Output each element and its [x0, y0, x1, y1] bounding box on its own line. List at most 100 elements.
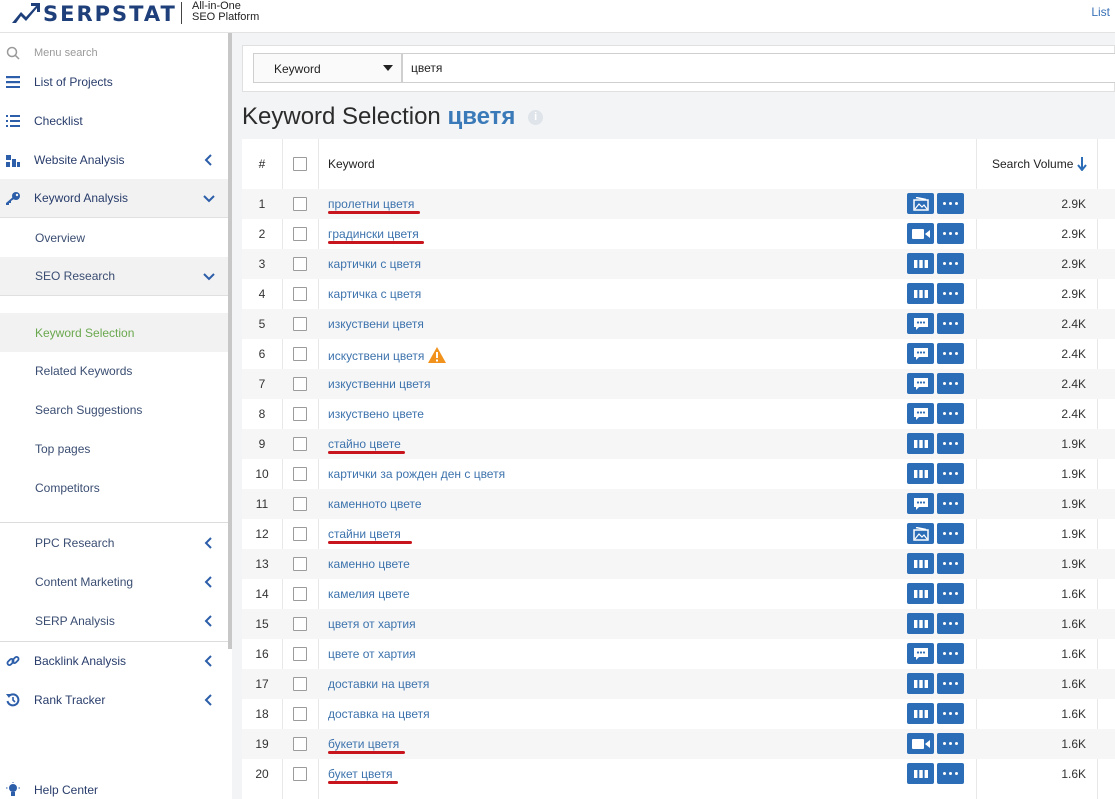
info-icon[interactable]: i: [528, 110, 544, 126]
sidebar-item-seo-research[interactable]: SEO Research: [0, 257, 228, 296]
keyword-link[interactable]: искуствени цветя: [328, 347, 447, 366]
more-options-button[interactable]: [937, 673, 964, 694]
serp-feature-button[interactable]: [907, 733, 934, 754]
keyword-text[interactable]: доставка на цветя: [328, 707, 430, 721]
keyword-link[interactable]: камелия цвете: [328, 587, 410, 601]
warning-icon[interactable]: [428, 347, 447, 366]
keyword-link[interactable]: каменно цвете: [328, 557, 410, 571]
row-checkbox[interactable]: [293, 647, 307, 661]
more-options-button[interactable]: [937, 463, 964, 484]
keyword-text[interactable]: картичка с цветя: [328, 287, 421, 301]
keyword-text[interactable]: изкуствено цвете: [328, 407, 424, 421]
serp-feature-button[interactable]: [907, 703, 934, 724]
more-options-button[interactable]: [937, 433, 964, 454]
sidebar-item-competitors[interactable]: Competitors: [0, 468, 228, 507]
keyword-link[interactable]: стайни цветя: [328, 527, 401, 541]
sidebar-item-related-keywords[interactable]: Related Keywords: [0, 351, 228, 390]
row-checkbox[interactable]: [293, 467, 307, 481]
column-header-keyword[interactable]: Keyword: [328, 139, 375, 189]
serp-feature-button[interactable]: [907, 613, 934, 634]
more-options-button[interactable]: [937, 763, 964, 784]
keyword-link[interactable]: картичка с цветя: [328, 287, 421, 301]
sidebar-item-keyword-selection[interactable]: Keyword Selection: [0, 313, 228, 352]
more-options-button[interactable]: [937, 523, 964, 544]
keyword-text[interactable]: цветя от хартия: [328, 617, 416, 631]
keyword-text[interactable]: доставки на цветя: [328, 677, 429, 691]
row-checkbox[interactable]: [293, 677, 307, 691]
serp-feature-button[interactable]: [907, 463, 934, 484]
sidebar-item-content-marketing[interactable]: Content Marketing: [0, 562, 228, 601]
serp-feature-button[interactable]: [907, 223, 934, 244]
keyword-link[interactable]: доставка на цветя: [328, 707, 430, 721]
more-options-button[interactable]: [937, 733, 964, 754]
sidebar-item-checklist[interactable]: Checklist: [0, 101, 228, 140]
more-options-button[interactable]: [937, 613, 964, 634]
more-options-button[interactable]: [937, 553, 964, 574]
sidebar-item-overview[interactable]: Overview: [0, 218, 228, 257]
keyword-link[interactable]: стайно цвете: [328, 437, 401, 451]
sidebar-item-backlink-analysis[interactable]: Backlink Analysis: [0, 641, 228, 680]
keyword-text[interactable]: изкуственни цветя: [328, 377, 431, 391]
serp-feature-button[interactable]: [907, 253, 934, 274]
row-checkbox[interactable]: [293, 497, 307, 511]
keyword-link[interactable]: букет цветя: [328, 767, 392, 781]
more-options-button[interactable]: [937, 193, 964, 214]
select-all-checkbox[interactable]: [293, 157, 307, 171]
more-options-button[interactable]: [937, 343, 964, 364]
keyword-text[interactable]: стайни цветя: [328, 527, 401, 541]
keyword-link[interactable]: изкуствени цветя: [328, 317, 424, 331]
serp-feature-button[interactable]: [907, 583, 934, 604]
row-checkbox[interactable]: [293, 227, 307, 241]
serp-feature-button[interactable]: [907, 193, 934, 214]
keyword-text[interactable]: искуствени цветя: [328, 349, 424, 363]
row-checkbox[interactable]: [293, 317, 307, 331]
query-input[interactable]: [402, 53, 1115, 83]
row-checkbox[interactable]: [293, 737, 307, 751]
serp-feature-button[interactable]: [907, 283, 934, 304]
more-options-button[interactable]: [937, 643, 964, 664]
serp-feature-button[interactable]: [907, 643, 934, 664]
serp-feature-button[interactable]: [907, 493, 934, 514]
row-checkbox[interactable]: [293, 617, 307, 631]
keyword-text[interactable]: картички за рожден ден с цветя: [328, 467, 505, 481]
sidebar-item-website-analysis[interactable]: Website Analysis: [0, 140, 228, 179]
more-options-button[interactable]: [937, 403, 964, 424]
sidebar-item-top-pages[interactable]: Top pages: [0, 429, 228, 468]
sidebar-item-help-center[interactable]: Help Center: [0, 770, 228, 799]
row-checkbox[interactable]: [293, 557, 307, 571]
sidebar-item-keyword-analysis[interactable]: Keyword Analysis: [0, 179, 228, 218]
keyword-text[interactable]: каменно цвете: [328, 557, 410, 571]
sidebar-item-list-of-projects[interactable]: List of Projects: [0, 62, 228, 101]
more-options-button[interactable]: [937, 373, 964, 394]
serp-feature-button[interactable]: [907, 343, 934, 364]
keyword-link[interactable]: градински цветя: [328, 227, 419, 241]
row-checkbox[interactable]: [293, 437, 307, 451]
sidebar-item-ppc-research[interactable]: PPC Research: [0, 523, 228, 562]
keyword-text[interactable]: картички с цветя: [328, 257, 421, 271]
keyword-link[interactable]: картички за рожден ден с цветя: [328, 467, 505, 481]
menu-search-input[interactable]: Menu search: [34, 47, 98, 59]
row-checkbox[interactable]: [293, 377, 307, 391]
more-options-button[interactable]: [937, 703, 964, 724]
serp-feature-button[interactable]: [907, 433, 934, 454]
keyword-text[interactable]: стайно цвете: [328, 437, 401, 451]
list-link[interactable]: List: [1091, 5, 1110, 19]
keyword-link[interactable]: цвете от хартия: [328, 647, 416, 661]
row-checkbox[interactable]: [293, 407, 307, 421]
more-options-button[interactable]: [937, 583, 964, 604]
keyword-text[interactable]: цвете от хартия: [328, 647, 416, 661]
row-checkbox[interactable]: [293, 767, 307, 781]
more-options-button[interactable]: [937, 493, 964, 514]
search-type-select[interactable]: Keyword: [253, 53, 402, 83]
serp-feature-button[interactable]: [907, 373, 934, 394]
serp-feature-button[interactable]: [907, 673, 934, 694]
sidebar-item-search-suggestions[interactable]: Search Suggestions: [0, 390, 228, 429]
row-checkbox[interactable]: [293, 257, 307, 271]
row-checkbox[interactable]: [293, 527, 307, 541]
keyword-link[interactable]: изкуствено цвете: [328, 407, 424, 421]
serp-feature-button[interactable]: [907, 763, 934, 784]
column-header-select-all[interactable]: [293, 139, 307, 189]
column-header-search-volume[interactable]: Search Volume: [992, 139, 1088, 189]
serp-feature-button[interactable]: [907, 313, 934, 334]
row-checkbox[interactable]: [293, 347, 307, 361]
